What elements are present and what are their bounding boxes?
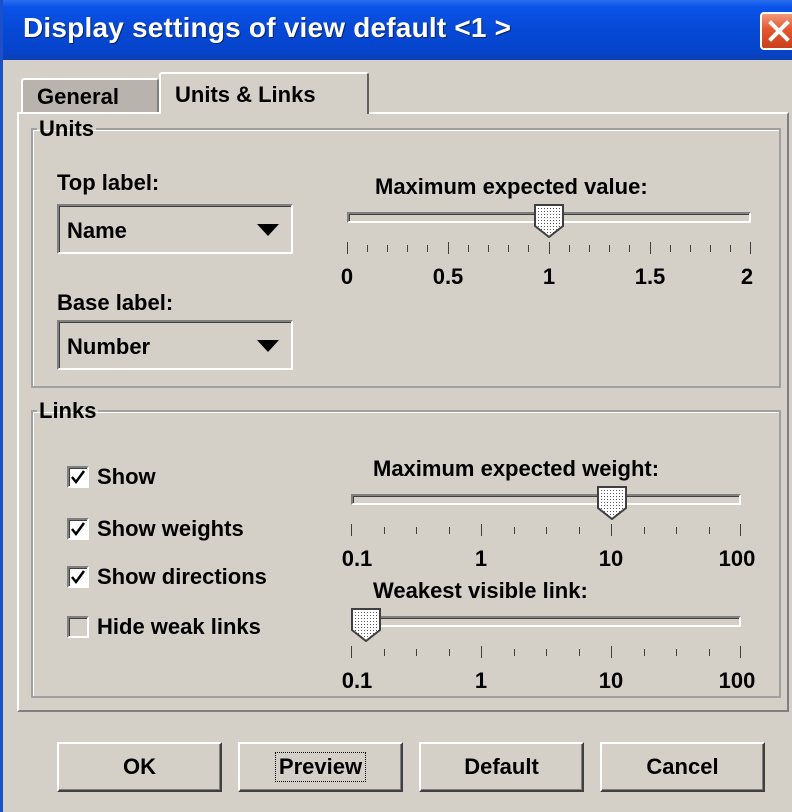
- max-weight-tick-labels: 0.1 1 10 100: [342, 546, 756, 571]
- tick-label: 10: [598, 668, 624, 693]
- cancel-button-label: Cancel: [646, 754, 719, 779]
- tick-label: 1: [542, 264, 556, 289]
- tick-label: 100: [718, 546, 756, 571]
- chevron-down-icon: [257, 224, 279, 236]
- checkmark-icon: [71, 470, 86, 485]
- tick-label: 1: [474, 668, 488, 693]
- tick-label: 0: [340, 264, 354, 289]
- checkbox-box[interactable]: [67, 466, 89, 488]
- tick-label: 1.5: [634, 264, 666, 289]
- ok-button-label: OK: [123, 754, 156, 779]
- tick-label: 0.1: [341, 668, 373, 693]
- max-value-caption: Maximum expected value:: [375, 174, 648, 199]
- preview-button-label: Preview: [274, 752, 367, 782]
- close-button[interactable]: [760, 12, 792, 50]
- checkmark-icon: [71, 570, 86, 585]
- weakest-link-tick-labels: 0.1 1 10 100: [342, 668, 756, 693]
- default-button-label: Default: [464, 754, 539, 779]
- checkbox-box[interactable]: [67, 616, 89, 638]
- top-label-dropdown[interactable]: Name: [57, 204, 293, 254]
- weakest-link-caption: Weakest visible link:: [373, 578, 588, 603]
- weakest-link-slider[interactable]: 0.1 1 10 100: [342, 608, 756, 698]
- tick-label: 100: [718, 668, 756, 693]
- base-label-dropdown[interactable]: Number: [57, 320, 293, 370]
- tab-units-links[interactable]: Units & Links: [159, 72, 369, 114]
- checkbox-box[interactable]: [67, 566, 89, 588]
- ok-button[interactable]: OK: [57, 742, 222, 792]
- checkbox-label: Show directions: [97, 564, 267, 589]
- close-icon: [768, 20, 790, 42]
- tick-label: 0.5: [432, 264, 464, 289]
- show-checkbox[interactable]: Show: [67, 464, 156, 490]
- links-legend: Links: [39, 398, 97, 423]
- max-value-thumb[interactable]: [534, 204, 564, 239]
- tab-content-panel: Units Top label: Name Base label: Number…: [17, 112, 789, 712]
- tick-label: 0.1: [341, 546, 373, 571]
- checkbox-label: Hide weak links: [97, 614, 261, 639]
- tick-label: 1: [474, 546, 488, 571]
- show-directions-checkbox[interactable]: Show directions: [67, 564, 267, 590]
- preview-button[interactable]: Preview: [238, 742, 403, 792]
- top-label-value: Name: [67, 218, 127, 243]
- checkmark-icon: [71, 522, 86, 537]
- units-group: Units Top label: Name Base label: Number…: [31, 116, 781, 388]
- base-label-caption: Base label:: [57, 290, 174, 315]
- checkbox-label: Show: [97, 464, 156, 489]
- tab-general[interactable]: General: [21, 78, 159, 112]
- max-weight-track[interactable]: [351, 494, 741, 505]
- show-weights-checkbox[interactable]: Show weights: [67, 516, 244, 542]
- weakest-link-thumb[interactable]: [351, 608, 381, 643]
- max-weight-ticks: [351, 524, 741, 536]
- tick-label: 10: [598, 546, 624, 571]
- max-value-ticks: [347, 242, 751, 254]
- max-weight-slider[interactable]: 0.1 1 10 100: [342, 486, 756, 576]
- checkbox-box[interactable]: [67, 518, 89, 540]
- units-legend: Units: [39, 116, 94, 141]
- title-bar[interactable]: Display settings of view default <1 >: [3, 0, 792, 60]
- max-weight-caption: Maximum expected weight:: [373, 456, 660, 481]
- window-title: Display settings of view default <1 >: [23, 12, 512, 43]
- default-button[interactable]: Default: [419, 742, 584, 792]
- max-weight-thumb[interactable]: [597, 486, 627, 521]
- tick-label: 2: [740, 264, 754, 289]
- weakest-link-track[interactable]: [351, 616, 741, 627]
- base-label-value: Number: [67, 334, 151, 359]
- links-group: Links Show Show weights Show directions …: [31, 398, 781, 698]
- chevron-down-icon: [257, 340, 279, 352]
- cancel-button[interactable]: Cancel: [600, 742, 765, 792]
- dialog-window: Display settings of view default <1 > Ge…: [0, 0, 792, 812]
- checkbox-label: Show weights: [97, 516, 244, 541]
- weakest-link-ticks: [351, 646, 741, 658]
- max-value-tick-labels: 0 0.5 1 1.5 2: [341, 264, 754, 289]
- tab-strip: General Units & Links: [21, 72, 791, 114]
- hide-weak-links-checkbox[interactable]: Hide weak links: [67, 614, 261, 640]
- max-value-slider[interactable]: 0 0.5 1 1.5 2: [341, 204, 754, 312]
- top-label-caption: Top label:: [57, 170, 160, 195]
